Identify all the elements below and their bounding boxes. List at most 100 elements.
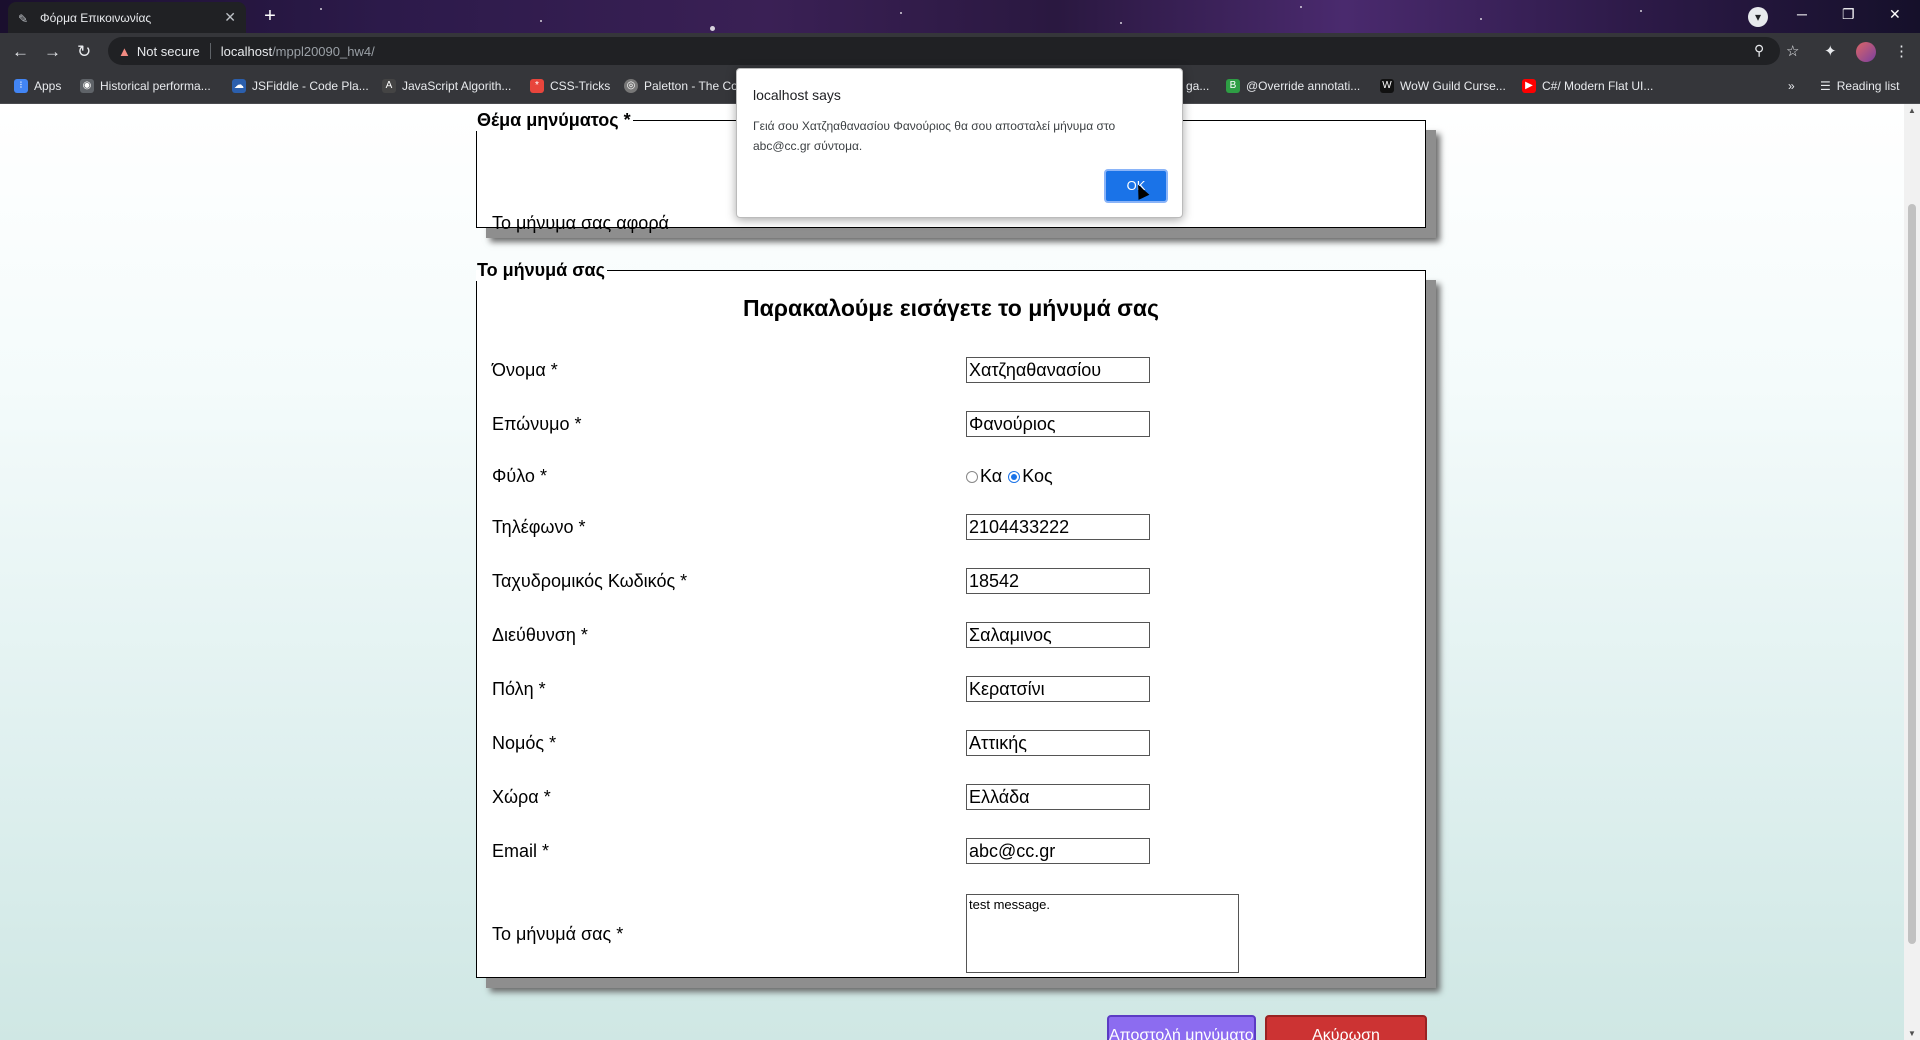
url-host: localhost <box>220 43 273 59</box>
bookmark-item[interactable]: ◉ Historical performa... <box>80 79 211 93</box>
bookmark-item[interactable]: ▶ C#/ Modern Flat UI... <box>1522 79 1653 93</box>
divider <box>209 43 211 59</box>
youtube-icon: ▶ <box>1522 79 1536 93</box>
background-star <box>1300 6 1302 8</box>
jsfiddle-icon: ☁ <box>232 79 246 93</box>
gender-radio-ka[interactable] <box>966 470 978 483</box>
extensions-icon[interactable]: ✦ <box>1824 42 1837 60</box>
zoom-icon[interactable]: ⚲ <box>1754 42 1764 59</box>
phone-input[interactable] <box>966 514 1150 540</box>
city-input[interactable] <box>966 676 1150 702</box>
bookmark-star-icon[interactable]: ☆ <box>1786 42 1799 60</box>
restore-icon[interactable]: ❐ <box>1842 6 1855 23</box>
reload-icon[interactable]: ↻ <box>77 42 91 62</box>
more-bookmarks-icon[interactable]: » <box>1788 79 1795 93</box>
form-row-first-name: Όνομα * <box>492 357 1412 385</box>
prefecture-input[interactable] <box>966 730 1150 756</box>
form-row-address: Διεύθυνση * <box>492 622 1412 650</box>
field-label: Ταχυδρομικός Κωδικός * <box>492 571 688 591</box>
url-path: /mppl20090_hw4/ <box>272 43 375 59</box>
bookmark-item[interactable]: * CSS-Tricks <box>530 79 610 93</box>
gender-option-label: Κος <box>1022 466 1053 486</box>
menu-icon[interactable]: ⋮ <box>1894 42 1909 60</box>
reading-list-label: Reading list <box>1836 79 1900 93</box>
minimize-icon[interactable]: ─ <box>1797 6 1807 22</box>
gender-radio-group: Κα Κος <box>966 466 1053 487</box>
reading-list-button[interactable]: ☰ Reading list <box>1820 79 1899 93</box>
page-scrollbar[interactable]: ▲ ▼ <box>1904 104 1920 1040</box>
field-label: Το μήνυμά σας * <box>492 924 624 944</box>
address-input[interactable] <box>966 622 1150 648</box>
gender-radio-kos[interactable] <box>1008 470 1021 483</box>
browser-toolbar: ← → ↻ ▲ Not secure localhost /mppl20090_… <box>0 33 1920 71</box>
background-star <box>1640 10 1642 12</box>
tab-title: Φόρμα Επικοινωνίας <box>40 10 152 25</box>
background-star <box>1120 22 1122 24</box>
last-name-input[interactable] <box>966 411 1150 437</box>
field-label: Νομός * <box>492 733 557 753</box>
bookmark-item[interactable]: B @Override annotati... <box>1226 79 1360 93</box>
globe-icon: ◉ <box>80 79 94 93</box>
address-bar[interactable]: ▲ Not secure localhost /mppl20090_hw4/ <box>108 37 1780 65</box>
message-legend: Το μήνυμά σας <box>477 260 605 280</box>
background-star <box>320 8 322 10</box>
field-label: Φύλο * <box>492 466 547 486</box>
scroll-up-icon[interactable]: ▲ <box>1908 106 1916 115</box>
bookmark-label: Paletton - The Co <box>644 79 738 93</box>
form-row-prefecture: Νομός * <box>492 730 1412 758</box>
first-name-input[interactable] <box>966 357 1150 383</box>
field-label: Τηλέφωνο * <box>492 517 586 537</box>
w-icon: W <box>1380 79 1394 93</box>
bookmark-label: Historical performa... <box>100 79 211 93</box>
browser-tab[interactable]: ✎ Φόρμα Επικοινωνίας ✕ <box>8 2 246 33</box>
css-tricks-icon: * <box>530 79 544 93</box>
field-label: Email * <box>492 841 550 861</box>
background-star <box>1480 18 1482 20</box>
dialog-message: Γειά σου Χατζηαθανασίου Φανούριος θα σου… <box>753 119 1116 153</box>
bookmark-label: @Override annotati... <box>1246 79 1361 93</box>
bookmark-item[interactable]: ◎ Paletton - The Co <box>624 79 738 93</box>
background-star <box>540 20 542 22</box>
cancel-button[interactable]: Ακύρωση <box>1265 1015 1427 1040</box>
forward-arrow-icon[interactable]: → <box>44 42 61 62</box>
send-message-button[interactable]: Αποστολή μηνύματος <box>1107 1015 1256 1040</box>
profile-avatar[interactable] <box>1856 42 1876 62</box>
field-label: Επώνυμο * <box>492 414 582 434</box>
bookmark-label: JSFiddle - Code Pla... <box>252 79 369 93</box>
email-input[interactable] <box>966 838 1150 864</box>
bookmark-label: WoW Guild Curse... <box>1400 79 1506 93</box>
scroll-down-icon[interactable]: ▼ <box>1908 1029 1916 1038</box>
subject-legend: Θέμα μηνύματος * <box>477 110 631 130</box>
security-status[interactable]: Not secure <box>137 44 200 59</box>
bookmark-item[interactable]: ☁ JSFiddle - Code Pla... <box>232 79 369 93</box>
bookmark-label: JavaScript Algorith... <box>402 79 512 93</box>
bookmark-apps[interactable]: ⁝ Apps <box>14 79 61 93</box>
form-row-phone: Τηλέφωνο * <box>492 514 1412 542</box>
postal-code-input[interactable] <box>966 568 1150 594</box>
field-label: Πόλη * <box>492 679 546 699</box>
bookmark-label: CSS-Tricks <box>550 79 611 93</box>
back-arrow-icon[interactable]: ← <box>12 42 29 62</box>
form-row-postal-code: Ταχυδρομικός Κωδικός * <box>492 568 1412 596</box>
form-row-last-name: Επώνυμο * <box>492 411 1412 439</box>
bookmark-item[interactable]: W WoW Guild Curse... <box>1380 79 1506 93</box>
page-icon: ✎ <box>18 11 29 26</box>
close-window-icon[interactable]: ✕ <box>1889 6 1901 23</box>
gender-option-label: Κα <box>980 466 1003 486</box>
tab-strip: ✎ Φόρμα Επικοινωνίας ✕ + ▾ ─ ❐ ✕ <box>0 0 1920 33</box>
close-tab-icon[interactable]: ✕ <box>224 9 236 26</box>
message-textarea[interactable]: test message. <box>966 894 1239 973</box>
scrollbar-thumb[interactable] <box>1908 204 1916 944</box>
js-icon: A <box>382 79 396 93</box>
subject-label: Το μήνυμα σας αφορά <box>492 213 669 233</box>
form-row-gender: Φύλο * Κα Κος <box>492 463 1412 491</box>
country-input[interactable] <box>966 784 1150 810</box>
form-row-email: Email * <box>492 838 1412 866</box>
bookmark-item[interactable]: A JavaScript Algorith... <box>382 79 511 93</box>
alert-dialog: localhost says Γειά σου Χατζηαθανασίου Φ… <box>736 68 1183 218</box>
new-tab-button[interactable]: + <box>258 5 282 29</box>
form-heading: Παρακαλούμε εισάγετε το μήνυμά σας <box>743 295 1159 321</box>
field-label: Χώρα * <box>492 787 551 807</box>
bookmark-item[interactable]: ga... <box>1186 79 1209 93</box>
tab-search-icon[interactable]: ▾ <box>1748 7 1768 27</box>
